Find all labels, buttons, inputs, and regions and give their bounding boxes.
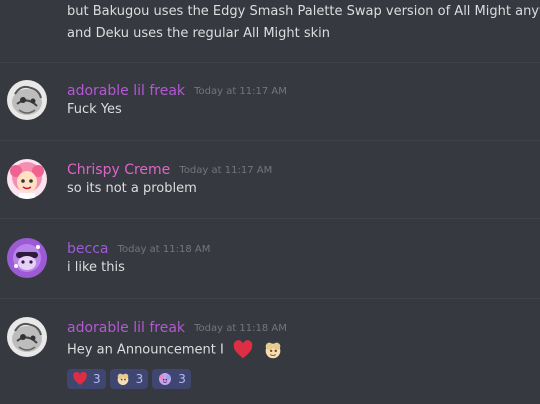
message-text: Fuck Yes [67, 102, 122, 117]
message-text: Hey an Announcement I [67, 342, 224, 358]
grey-creature-avatar-icon [7, 80, 47, 120]
avatar[interactable] [7, 159, 47, 199]
chat-message-list: but Bakugou uses the Edgy Smash Palette … [0, 0, 540, 404]
avatar[interactable] [7, 238, 47, 278]
message-header: becca Today at 11:18 AM [67, 238, 210, 258]
message-text: i like this [67, 260, 125, 275]
reaction-heart[interactable]: 3 [67, 369, 106, 389]
custom-cream-emoji-icon [117, 373, 128, 385]
message-header: adorable lil freak Today at 11:17 AM [67, 80, 287, 100]
reaction-count: 3 [135, 372, 144, 386]
reaction-count: 3 [93, 372, 101, 386]
pink-hair-avatar-icon [7, 159, 47, 199]
reaction-custom-purple[interactable]: 3 [152, 369, 191, 389]
reaction-bar: 3 3 3 [67, 369, 191, 389]
message-text: and Deku uses the regular All Might skin [67, 26, 331, 41]
heart-icon [73, 371, 87, 385]
message-text: but Bakugou uses the Edgy Smash Palette … [67, 4, 540, 19]
avatar[interactable] [7, 317, 47, 357]
custom-cream-emoji-icon [265, 342, 281, 359]
message-header: Chrispy Creme Today at 11:17 AM [67, 159, 272, 179]
reaction-custom-cream[interactable]: 3 [109, 369, 149, 389]
username[interactable]: adorable lil freak [67, 320, 185, 336]
username[interactable]: Chrispy Creme [67, 162, 170, 178]
message-divider [0, 218, 540, 219]
reaction-count: 3 [178, 372, 186, 386]
timestamp: Today at 11:17 AM [179, 165, 273, 176]
avatar[interactable] [7, 80, 47, 120]
message-body: Hey an Announcement I [67, 339, 284, 362]
message-divider [0, 62, 540, 63]
purple-character-avatar-icon [7, 238, 47, 278]
timestamp: Today at 11:18 AM [117, 244, 211, 255]
grey-creature-avatar-icon [7, 317, 47, 357]
timestamp: Today at 11:18 AM [194, 323, 287, 334]
username[interactable]: adorable lil freak [67, 83, 185, 99]
message-text: so its not a problem [67, 181, 197, 196]
heart-icon [233, 340, 253, 359]
message-divider [0, 298, 540, 299]
custom-purple-emoji-icon [159, 373, 172, 385]
message-divider [0, 140, 540, 141]
message-header: adorable lil freak Today at 11:18 AM [67, 317, 287, 337]
username[interactable]: becca [67, 241, 108, 257]
timestamp: Today at 11:17 AM [194, 86, 287, 97]
